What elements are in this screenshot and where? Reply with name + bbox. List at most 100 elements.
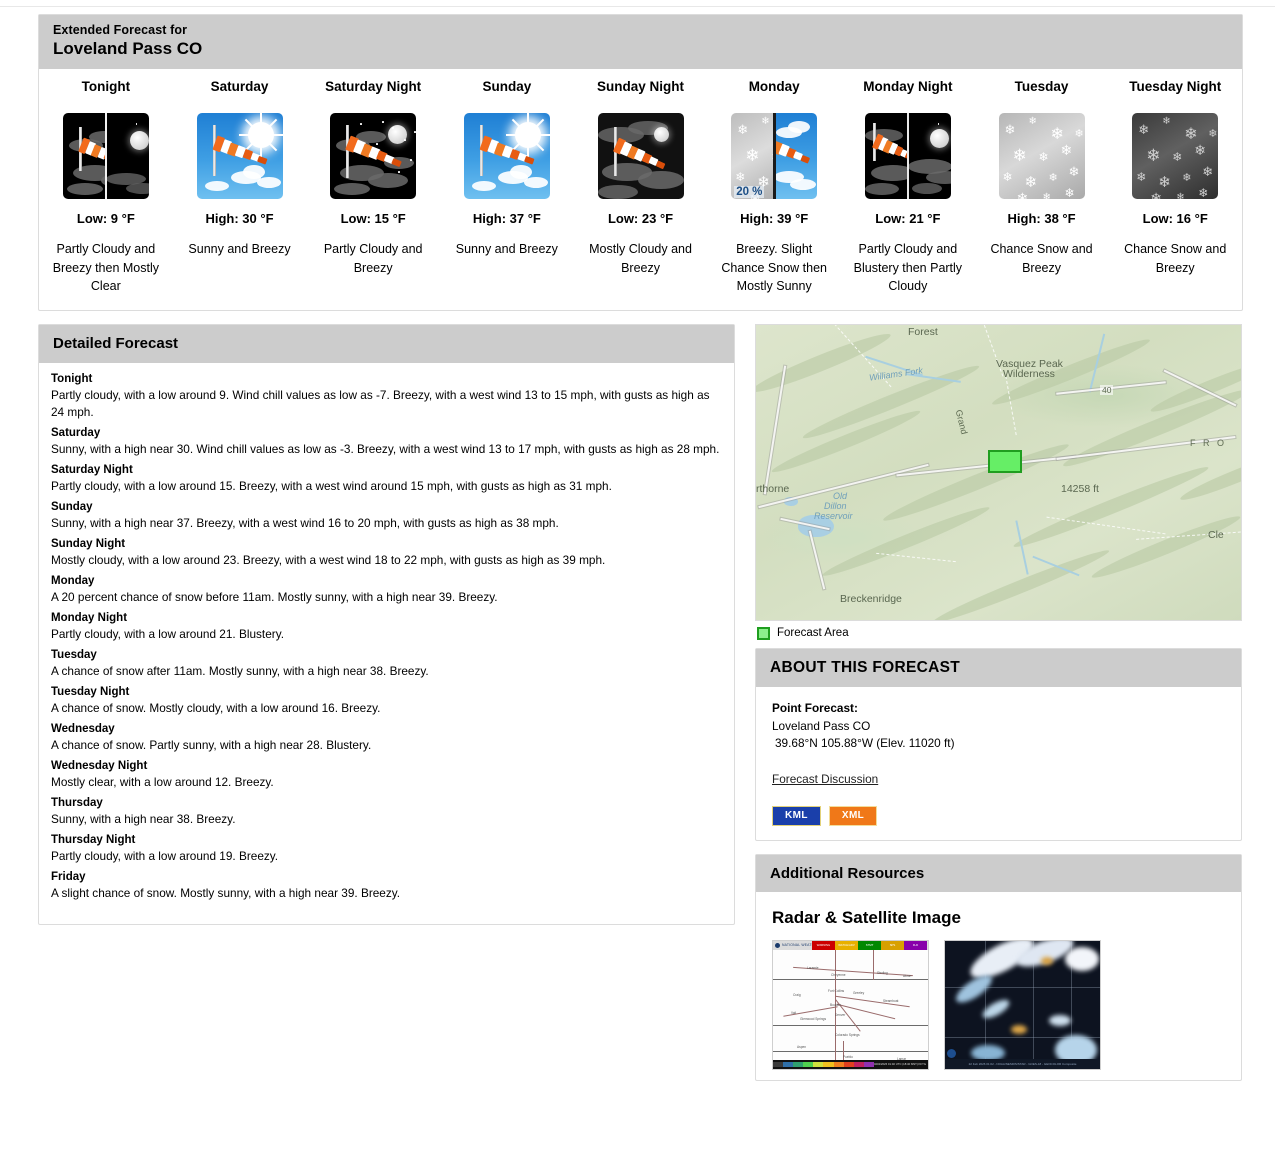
forecast-tile-description: Chance Snow and Breezy (990, 242, 1093, 275)
forecast-tile-day: Sunday (482, 79, 532, 94)
forecast-tile-temperature: High: 30 °F (205, 211, 274, 226)
map-label-silverthorne: rthorne (756, 482, 790, 495)
forecast-tile-description: Partly Cloudy and Breezy (323, 242, 423, 275)
detailed-forecast-day: Thursday (51, 796, 103, 809)
map-label-dillon: Dillon (824, 500, 847, 511)
forecast-tile-description: Breezy. Slight Chance Snow then Mostly S… (721, 242, 828, 293)
forecast-area-map[interactable]: Forest Vasquez Peak Wilderness Williams … (755, 323, 1242, 621)
detailed-forecast-item: Sunday Sunny, with a high near 37. Breez… (45, 501, 720, 532)
detailed-forecast-item: Wednesday Night Mostly clear, with a low… (45, 760, 720, 791)
detailed-forecast-text: Partly cloudy, with a low around 21. Blu… (51, 626, 284, 641)
forecast-tile-day: Monday Night (863, 79, 953, 94)
radar-legend-item: SPS (881, 940, 904, 950)
weather-icon-wind-sunny-day (463, 113, 550, 199)
forecast-area-swatch (757, 626, 770, 640)
detailed-forecast-text: Partly cloudy, with a low around 9. Wind… (51, 387, 710, 419)
radar-alert-legend: WARNING WATCH/ADV STMT SPS FLD (812, 940, 927, 950)
detailed-forecast-day: Sunday (51, 500, 93, 513)
forecast-tile: Monday ❄❄❄❄❄❄❄❄❄❄❄❄❄❄ 20 % High: 39 °F B… (707, 79, 841, 296)
forecast-tile-description: Partly Cloudy and Blustery then Partly C… (853, 242, 963, 293)
detailed-forecast-item: Saturday Sunny, with a high near 30. Win… (45, 427, 720, 458)
map-label-reservoir: Reservoir (814, 510, 853, 521)
detailed-forecast-item: Saturday Night Partly cloudy, with a low… (45, 464, 720, 495)
detailed-forecast-item: Tuesday Night A chance of snow. Mostly c… (45, 686, 720, 717)
detailed-forecast-item: Sunday Night Mostly cloudy, with a low a… (45, 538, 720, 569)
point-forecast-name: Loveland Pass CO (772, 718, 871, 733)
forecast-area-marker (988, 449, 1022, 473)
map-label-peak-elevation: 14258 ft (1061, 482, 1099, 495)
radar-image-thumbnail[interactable]: NATIONAL WEATHER SERVICE WARNING WATCH/AD… (772, 939, 929, 1070)
forecast-tile: Tuesday ❄ ❄ ❄ ❄ ❄ ❄ ❄ ❄ ❄ ❄ ❄ ❄ ❄ ❄ High: 38 °F Chanc… (975, 79, 1109, 296)
additional-resources-panel: Additional Resources Radar & Satellite I… (755, 853, 1242, 1081)
forecast-discussion-link[interactable]: Forecast Discussion (772, 772, 878, 786)
detailed-forecast-item: Thursday Sunny, with a high near 38. Bre… (45, 797, 720, 828)
detailed-forecast-item: Monday Night Partly cloudy, with a low a… (45, 612, 720, 643)
detailed-forecast-item: Thursday Night Partly cloudy, with a low… (45, 834, 720, 865)
detailed-forecast-text: A chance of snow after 11am. Mostly sunn… (51, 663, 429, 678)
extended-forecast-location: Loveland Pass CO (53, 39, 203, 58)
forecast-tile: Tuesday Night ❄ ❄ ❄ ❄ ❄ ❄ ❄ ❄ ❄ ❄ ❄ ❄ ❄ ❄ Low: 16 °F … (1108, 79, 1242, 296)
detailed-forecast-text: A chance of snow. Partly sunny, with a h… (51, 737, 372, 752)
about-forecast-body: Point Forecast: Loveland Pass CO 39.68°N… (756, 687, 1241, 840)
thumbnail-row: NATIONAL WEATHER SERVICE WARNING WATCH/AD… (772, 939, 1225, 1070)
detailed-forecast-text: Sunny, with a high near 30. Wind chill v… (51, 441, 720, 456)
kml-button[interactable]: KML (772, 805, 821, 826)
sidebar: Forest Vasquez Peak Wilderness Williams … (755, 323, 1242, 1081)
forecast-tile-temperature: High: 39 °F (740, 211, 809, 226)
detailed-forecast-text: A chance of snow. Mostly cloudy, with a … (51, 700, 381, 715)
forecast-tile-description: Mostly Cloudy and Breezy (589, 242, 692, 275)
map-label-highway-40: 40 (1100, 384, 1114, 395)
forecast-tile-row: Tonight Low: 9 °F Partly Cloudy and Bree… (39, 69, 1242, 310)
detailed-forecast-day: Thursday Night (51, 833, 136, 846)
detailed-forecast-item: Friday A slight chance of snow. Mostly s… (45, 871, 720, 902)
forecast-tile-temperature: Low: 15 °F (340, 211, 406, 226)
additional-resources-body: Radar & Satellite Image NATIONAL WEATHER… (756, 892, 1241, 1080)
detailed-forecast-text: A 20 percent chance of snow before 11am.… (51, 589, 498, 604)
detailed-forecast-day: Wednesday (51, 722, 115, 735)
weather-icon-wind-partly-cloudy-night (330, 113, 417, 199)
forecast-tile-day: Monday (748, 79, 800, 94)
detailed-forecast-text: Sunny, with a high near 37. Breezy, with… (51, 515, 559, 530)
radar-legend-item: WATCH/ADV (835, 940, 858, 950)
detailed-forecast-day: Tuesday (51, 648, 97, 661)
forecast-tile-day: Sunday Night (597, 79, 685, 94)
detailed-forecast-day: Monday (51, 574, 95, 587)
forecast-tile-day: Tonight (81, 79, 131, 94)
forecast-tile-day: Saturday Night (325, 79, 422, 94)
additional-resources-title: Additional Resources (770, 864, 925, 882)
detailed-forecast-day: Saturday Night (51, 463, 133, 476)
forecast-tile-description: Chance Snow and Breezy (1124, 242, 1227, 275)
xml-button[interactable]: XML (828, 805, 878, 826)
forecast-tile-temperature: Low: 23 °F (607, 211, 674, 226)
forecast-tile: Tonight Low: 9 °F Partly Cloudy and Bree… (39, 79, 173, 296)
map-label-front-range: F R O (1190, 437, 1227, 448)
satellite-image-thumbnail[interactable]: 22 Feb 2026 01:02 - NOAA/NESDIS/STAR - G… (944, 939, 1101, 1070)
map-legend-label: Forecast Area (777, 627, 849, 639)
weather-icon-wind-few-clouds-night (62, 113, 149, 199)
radar-scale-bar: 0202/2026 01:40 UTC (18:40 MST) KFTG (773, 1059, 928, 1069)
about-forecast-title: ABOUT THIS FORECAST (770, 658, 960, 676)
detailed-forecast-panel: Detailed Forecast Tonight Partly cloudy,… (38, 323, 735, 925)
noaa-logo-icon (947, 1048, 956, 1058)
about-forecast-panel: ABOUT THIS FORECAST Point Forecast: Love… (755, 647, 1242, 841)
weather-icon-chance-snow-day: ❄ ❄ ❄ ❄ ❄ ❄ ❄ ❄ ❄ ❄ ❄ ❄ ❄ ❄ (998, 113, 1085, 199)
detailed-forecast-item: Wednesday A chance of snow. Partly sunny… (45, 723, 720, 754)
forecast-tile: Saturday Night Low: 15 °F Partly Cloudy … (306, 79, 440, 296)
radar-timestamp: 0202/2026 01:40 UTC (18:40 MST) KFTG (873, 1062, 927, 1066)
forecast-tile-temperature: Low: 21 °F (875, 211, 941, 226)
weather-icon-wind-sunny-day (196, 113, 283, 199)
forecast-tile-description: Sunny and Breezy (455, 242, 558, 256)
forecast-tile-temperature: Low: 16 °F (1142, 211, 1208, 226)
detailed-forecast-text: Sunny, with a high near 38. Breezy. (51, 811, 236, 826)
additional-resources-header: Additional Resources (756, 854, 1241, 892)
detailed-forecast-text: A slight chance of snow. Mostly sunny, w… (51, 885, 401, 900)
map-label-clear-creek: Cle (1208, 528, 1224, 541)
radar-satellite-heading: Radar & Satellite Image (772, 907, 961, 927)
map-label-old: Old (833, 490, 848, 501)
download-button-row: KML XML (772, 805, 1225, 826)
about-forecast-header: ABOUT THIS FORECAST (756, 648, 1241, 687)
nws-logo-icon (775, 942, 780, 948)
weather-icon-chance-snow-night: ❄ ❄ ❄ ❄ ❄ ❄ ❄ ❄ ❄ ❄ ❄ ❄ ❄ ❄ (1132, 113, 1219, 199)
point-forecast-label: Point Forecast: (772, 700, 858, 715)
forecast-tile-temperature: High: 37 °F (472, 211, 541, 226)
